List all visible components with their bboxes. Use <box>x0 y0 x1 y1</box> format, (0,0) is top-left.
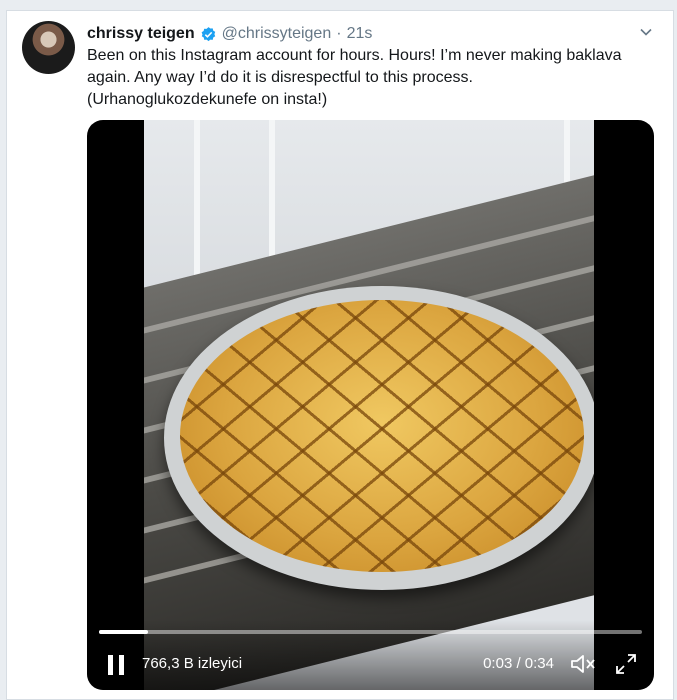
tweet-text-line: again. Any way I’d do it is disrespectfu… <box>87 69 473 86</box>
tweet-card[interactable]: chrissy teigen @chrissyteigen · 21s Been… <box>6 10 674 700</box>
display-name[interactable]: chrissy teigen <box>87 25 195 43</box>
timestamp[interactable]: 21s <box>347 25 373 43</box>
avatar[interactable] <box>22 21 75 74</box>
tweet-header: chrissy teigen @chrissyteigen · 21s <box>87 23 372 45</box>
verified-badge-icon <box>200 26 217 43</box>
tweet-text-line: Been on this Instagram account for hours… <box>87 47 622 64</box>
tweet-text-line: (Urhanoglukozdekunefe on insta!) <box>87 91 328 108</box>
fullscreen-icon[interactable] <box>614 652 638 676</box>
chevron-down-icon[interactable] <box>639 25 653 39</box>
video-time: 0:03 / 0:34 <box>483 655 554 672</box>
volume-muted-icon[interactable] <box>570 652 596 676</box>
pause-icon[interactable] <box>106 654 126 676</box>
user-handle[interactable]: @chrissyteigen <box>222 25 332 43</box>
progress-bar[interactable] <box>99 630 642 634</box>
progress-fill <box>99 630 148 634</box>
video-frame <box>144 120 594 690</box>
video-player[interactable]: 766,3 B izleyici 0:03 / 0:34 <box>87 120 654 690</box>
view-count: 766,3 B izleyici <box>142 655 243 672</box>
tweet-text: Been on this Instagram account for hours… <box>87 45 657 111</box>
baklava <box>180 300 584 572</box>
separator-dot: · <box>336 25 342 42</box>
video-controls: 766,3 B izleyici 0:03 / 0:34 <box>87 620 654 690</box>
